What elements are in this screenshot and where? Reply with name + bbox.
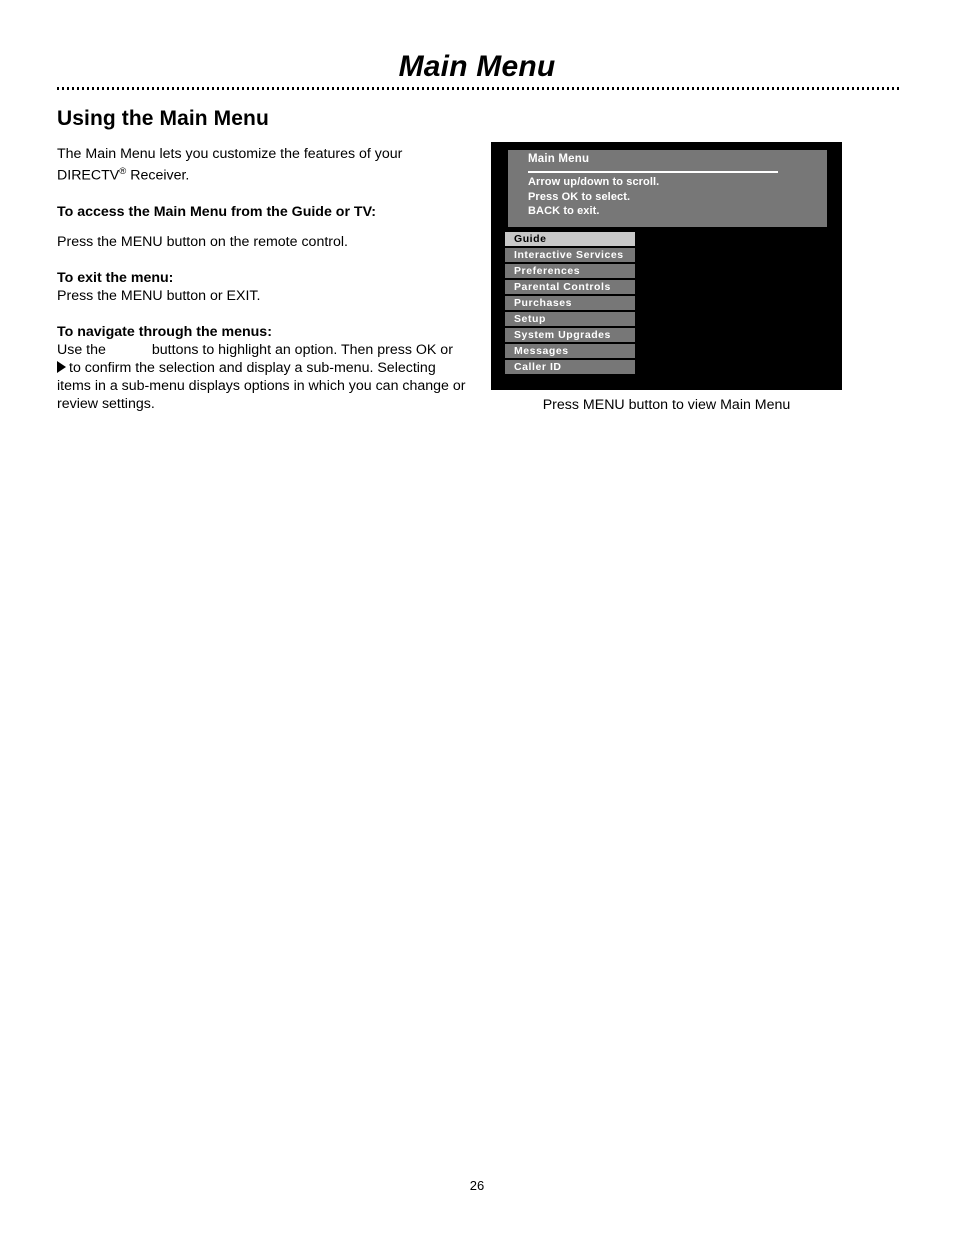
osd-instructions: Arrow up/down to scroll. Press OK to sel… (528, 175, 659, 219)
menu-item-setup[interactable]: Setup (505, 312, 635, 326)
menu-item-purchases[interactable]: Purchases (505, 296, 635, 310)
osd-instruction-line: Press OK to select. (528, 190, 631, 203)
navigate-heading: To navigate through the menus: (57, 323, 272, 340)
section-heading: Using the Main Menu (57, 107, 269, 130)
navigate-line-4: review settings. (57, 395, 155, 412)
menu-item-messages[interactable]: Messages (505, 344, 635, 358)
menu-item-parental-controls[interactable]: Parental Controls (505, 280, 635, 294)
osd-instruction-line: Arrow up/down to scroll. (528, 176, 660, 188)
osd-instruction-line: BACK to exit. (528, 205, 600, 217)
menu-item-caller-id[interactable]: Caller ID (505, 360, 635, 374)
intro-line-2-rest: Receiver. (126, 167, 190, 184)
access-heading: To access the Main Menu from the Guide o… (57, 203, 377, 220)
navigate-line-2: to confirm the selection and display a s… (69, 359, 436, 376)
exit-body: Press the MENU button or EXIT. (57, 287, 261, 304)
tv-screen-mockup: Main Menu Arrow up/down to scroll. Press… (491, 142, 842, 390)
osd-title: Main Menu (528, 153, 590, 165)
osd-menu-list: Guide Interactive Services Preferences P… (505, 232, 635, 376)
figure-caption: Press MENU button to view Main Menu (542, 397, 791, 413)
access-body: Press the MENU button on the remote cont… (57, 233, 348, 250)
osd-divider-rule (528, 171, 778, 173)
intro-paragraph: The Main Menu lets you customize the fea… (57, 145, 477, 185)
menu-item-preferences[interactable]: Preferences (505, 264, 635, 278)
navigate-line-3: items in a sub-menu displays options in … (57, 377, 466, 394)
menu-item-interactive-services[interactable]: Interactive Services (505, 248, 635, 262)
page-title: Main Menu (398, 50, 556, 83)
navigate-line-1-b: buttons to highlight an option. Then pre… (151, 341, 453, 358)
exit-heading: To exit the menu: (57, 269, 174, 286)
intro-line-1: The Main Menu lets you customize the fea… (57, 146, 403, 162)
right-arrow-icon (57, 360, 66, 373)
brand-directv: DIRECTV (57, 167, 120, 184)
menu-item-system-upgrades[interactable]: System Upgrades (505, 328, 635, 342)
left-text-column: Using the Main Menu The Main Menu lets y… (57, 107, 477, 413)
navigate-line-1-a: Use the (57, 341, 106, 358)
dotted-divider-rule (57, 87, 900, 90)
navigate-body: Use the buttons to highlight an option. T… (57, 341, 477, 413)
menu-item-guide[interactable]: Guide (505, 232, 635, 246)
page-number: 26 (469, 1178, 485, 1193)
